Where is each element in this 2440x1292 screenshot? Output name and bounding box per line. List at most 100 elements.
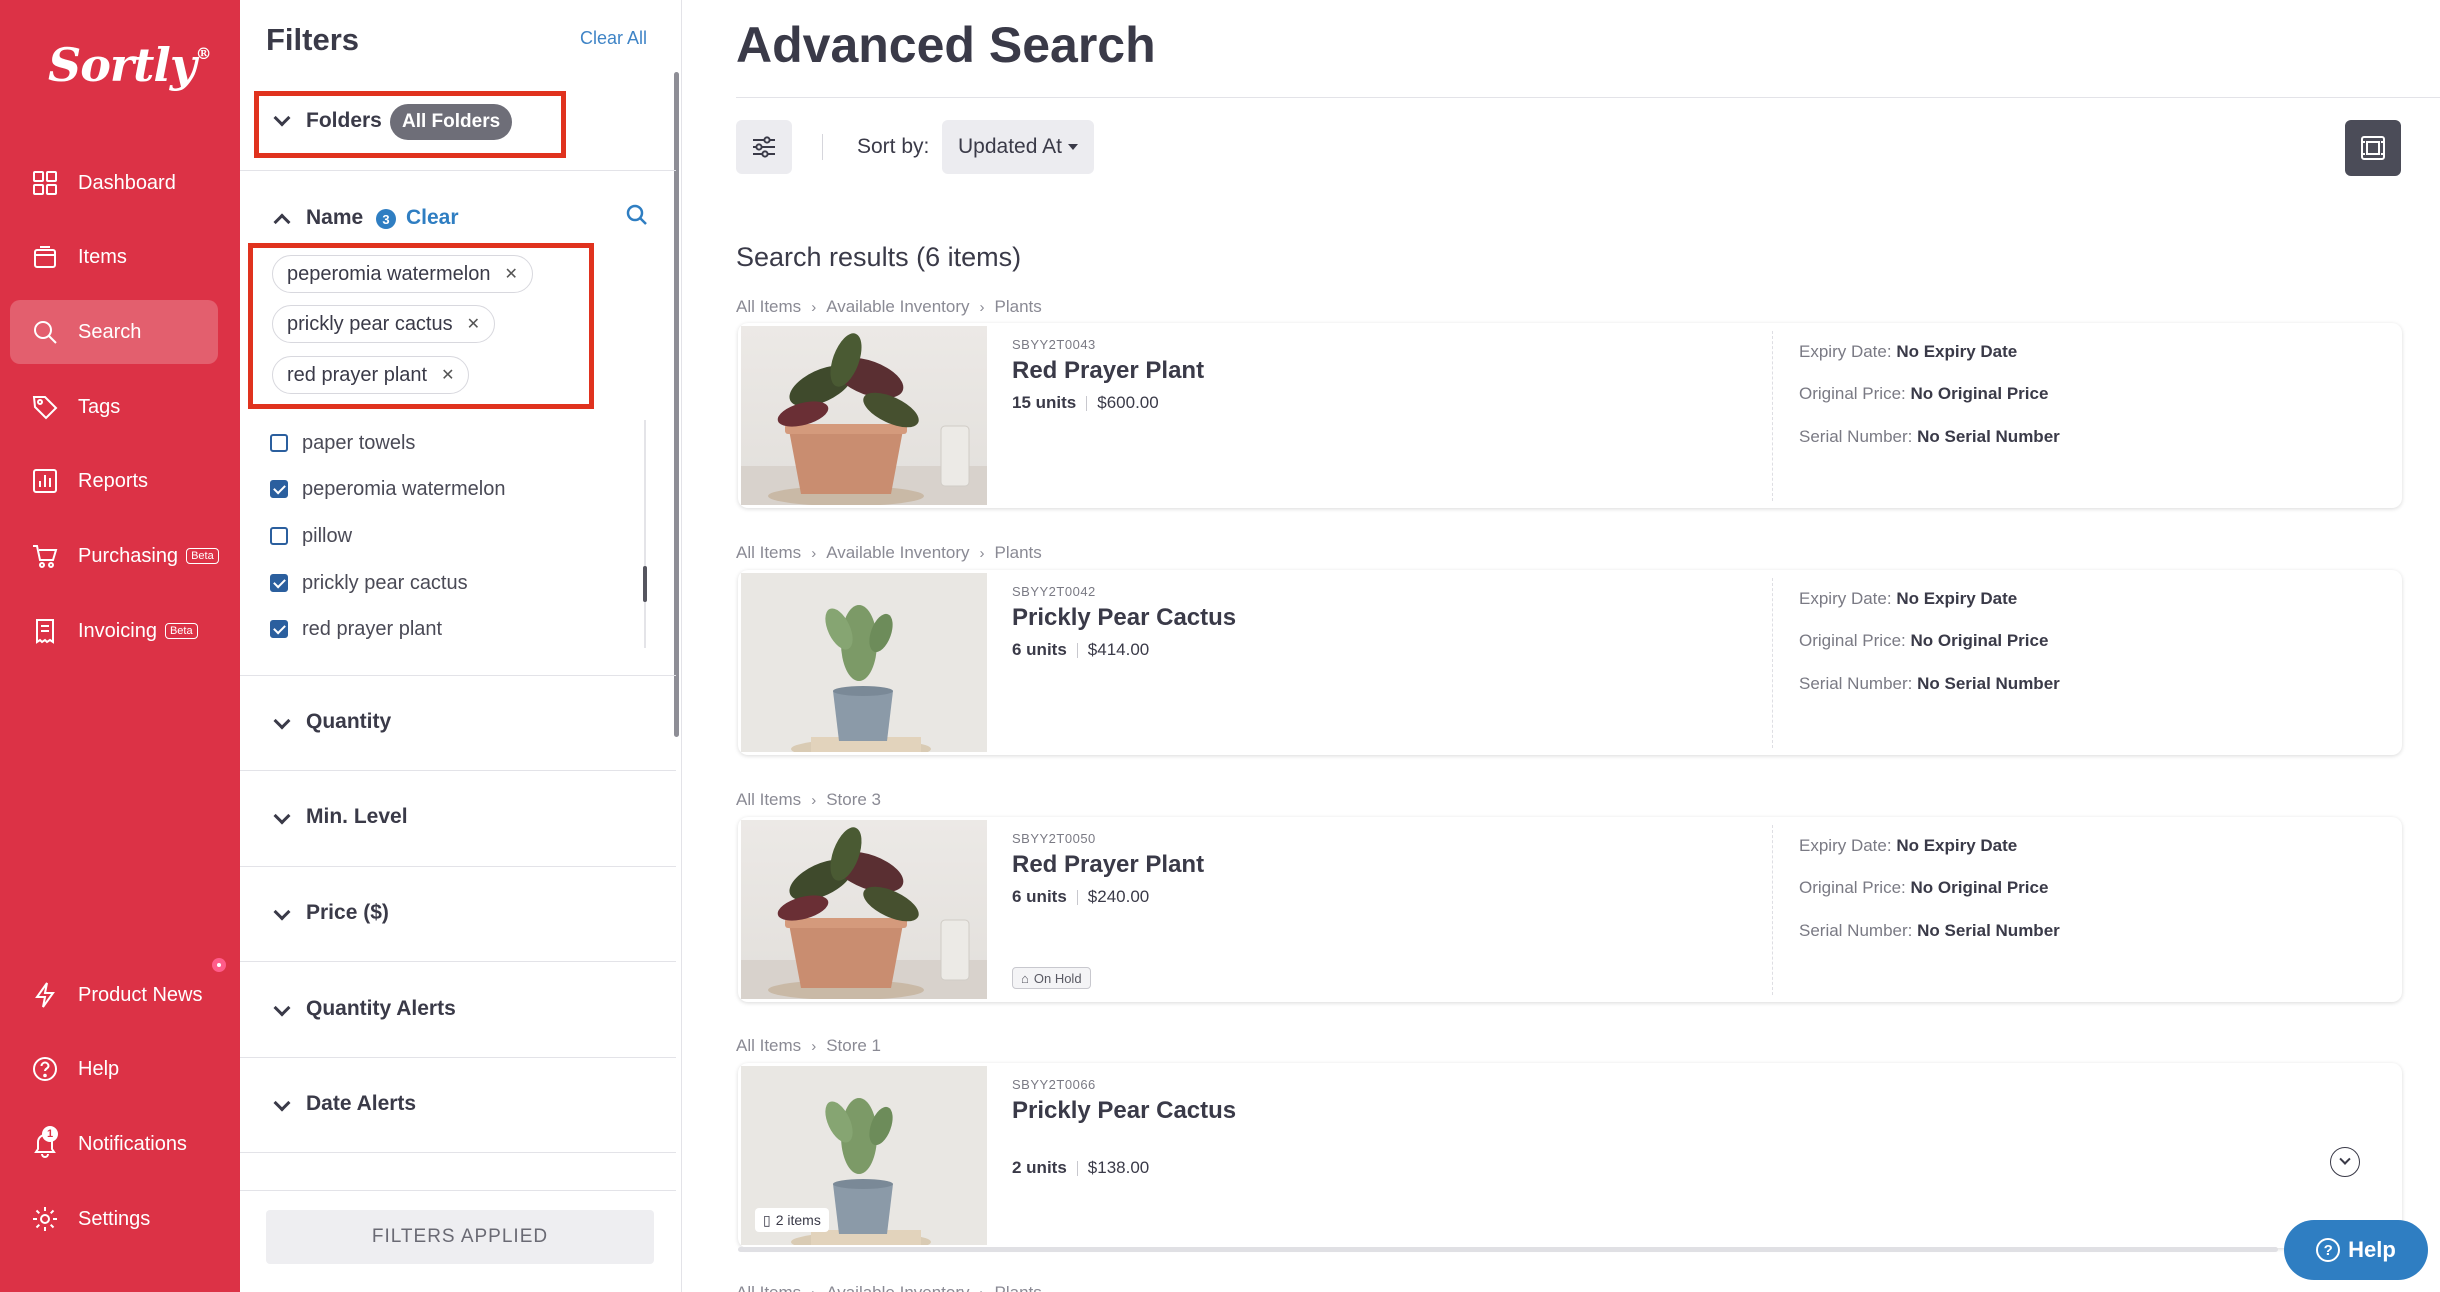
nav-label: Dashboard bbox=[78, 171, 176, 194]
tag-icon bbox=[28, 390, 62, 424]
result-card[interactable]: SBYY2T0043 Red Prayer Plant 15 units $600… bbox=[738, 323, 2402, 508]
divider bbox=[1772, 331, 1773, 501]
nav-help[interactable]: Help bbox=[10, 1037, 218, 1101]
breadcrumb-item[interactable]: Store 1 bbox=[826, 1036, 881, 1056]
breadcrumb-item[interactable]: Plants bbox=[995, 1283, 1042, 1292]
nav-purchasing[interactable]: Purchasing Beta bbox=[10, 524, 219, 588]
nav-dashboard[interactable]: Dashboard bbox=[10, 151, 218, 215]
main-nav: Sortly® Dashboard Items Search Tags Repo… bbox=[0, 0, 240, 1292]
name-option[interactable]: prickly pear cactus bbox=[270, 568, 468, 598]
file-icon: ▯ bbox=[763, 1211, 771, 1228]
checkbox-checked[interactable] bbox=[270, 574, 288, 592]
filters-applied-button[interactable]: FILTERS APPLIED bbox=[266, 1210, 654, 1264]
expand-chevron-icon[interactable] bbox=[2330, 1147, 2360, 1177]
view-toggle-button[interactable] bbox=[2345, 120, 2401, 176]
on-hold-tag[interactable]: ⌂ On Hold bbox=[1012, 967, 1091, 989]
breadcrumb-item[interactable]: Store 3 bbox=[826, 790, 881, 810]
name-option[interactable]: red prayer plant bbox=[270, 614, 442, 644]
expiry-date: Expiry Date: No Expiry Date bbox=[1799, 589, 2018, 608]
breadcrumb-item[interactable]: Available Inventory bbox=[826, 297, 969, 317]
result-card[interactable]: SBYY2T0042 Prickly Pear Cactus 6 units $4… bbox=[738, 570, 2402, 755]
search-icon[interactable] bbox=[624, 202, 650, 228]
result-card[interactable]: SBYY2T0050 Red Prayer Plant 6 units $240.… bbox=[738, 817, 2402, 1002]
options-scroll-thumb[interactable] bbox=[643, 566, 647, 602]
breadcrumb-item[interactable]: All Items bbox=[736, 543, 801, 563]
min-level-filter-label[interactable]: Min. Level bbox=[306, 805, 408, 829]
checkbox[interactable] bbox=[270, 527, 288, 545]
divider bbox=[240, 170, 676, 171]
nav-items[interactable]: Items bbox=[10, 225, 218, 289]
item-sku: SBYY2T0043 bbox=[1012, 337, 1096, 352]
chevron-up-icon[interactable] bbox=[273, 213, 291, 231]
nav-label: Product News bbox=[78, 983, 203, 1006]
checkbox-checked[interactable] bbox=[270, 480, 288, 498]
breadcrumb-item[interactable]: All Items bbox=[736, 1036, 801, 1056]
nav-search[interactable]: Search bbox=[10, 300, 218, 364]
original-price: Original Price: No Original Price bbox=[1799, 384, 2049, 403]
prickly-pear-cactus-image bbox=[741, 573, 987, 752]
name-option[interactable]: paper towels bbox=[270, 428, 415, 458]
name-option[interactable]: peperomia watermelon bbox=[270, 474, 505, 504]
date-alerts-filter-label[interactable]: Date Alerts bbox=[306, 1092, 416, 1116]
nav-reports[interactable]: Reports bbox=[10, 449, 218, 513]
sortly-logo[interactable]: Sortly® bbox=[48, 38, 212, 92]
red-prayer-plant-image bbox=[741, 820, 987, 999]
name-clear-link[interactable]: Clear bbox=[406, 206, 459, 230]
red-prayer-plant-image bbox=[741, 326, 987, 505]
breadcrumb-item[interactable]: Available Inventory bbox=[826, 1283, 969, 1292]
price-filter-label[interactable]: Price ($) bbox=[306, 901, 389, 925]
divider bbox=[240, 961, 676, 962]
expiry-date: Expiry Date: No Expiry Date bbox=[1799, 342, 2018, 361]
nav-settings[interactable]: Settings bbox=[10, 1187, 218, 1251]
tag-label: On Hold bbox=[1033, 970, 1082, 986]
nav-label: Help bbox=[78, 1057, 120, 1080]
breadcrumb-item[interactable]: Plants bbox=[995, 297, 1042, 317]
original-price: Original Price: No Original Price bbox=[1799, 878, 2049, 897]
breadcrumb: All Items› Available Inventory› Plants bbox=[736, 297, 1042, 317]
chevron-down-icon[interactable] bbox=[273, 807, 291, 825]
breadcrumb-item[interactable]: All Items bbox=[736, 1283, 801, 1292]
nav-invoicing[interactable]: Invoicing Beta bbox=[10, 599, 218, 663]
name-filter-label[interactable]: Name bbox=[306, 206, 363, 230]
chevron-down-icon[interactable] bbox=[273, 903, 291, 921]
result-card[interactable]: ▯ 2 items SBYY2T0066 Prickly Pear Cactus … bbox=[738, 1063, 2402, 1248]
nav-product-news[interactable]: Product News bbox=[10, 963, 218, 1027]
checkbox[interactable] bbox=[270, 434, 288, 452]
filter-toggle-button[interactable] bbox=[736, 120, 792, 174]
nav-label: Tags bbox=[78, 395, 121, 418]
view-mode-icon bbox=[2361, 136, 2385, 160]
option-label: peperomia watermelon bbox=[302, 477, 506, 500]
checkbox-checked[interactable] bbox=[270, 620, 288, 638]
filters-scrollbar[interactable] bbox=[674, 72, 679, 737]
item-name[interactable]: Red Prayer Plant bbox=[1012, 357, 1204, 385]
quantity-filter-label[interactable]: Quantity bbox=[306, 710, 391, 734]
quantity-alerts-filter-label[interactable]: Quantity Alerts bbox=[306, 997, 456, 1021]
breadcrumb-item[interactable]: Available Inventory bbox=[826, 543, 969, 563]
breadcrumb-item[interactable]: All Items bbox=[736, 297, 801, 317]
item-name[interactable]: Prickly Pear Cactus bbox=[1012, 604, 1236, 632]
item-price: $414.00 bbox=[1087, 640, 1150, 659]
nav-notifications[interactable]: Notifications bbox=[10, 1112, 218, 1176]
chevron-down-icon[interactable] bbox=[273, 712, 291, 730]
name-option[interactable]: pillow bbox=[270, 521, 352, 551]
help-button[interactable]: ? Help bbox=[2284, 1220, 2428, 1280]
sort-value: Updated At bbox=[958, 135, 1062, 158]
beta-badge: Beta bbox=[164, 623, 198, 639]
chevron-down-icon[interactable] bbox=[273, 999, 291, 1017]
breadcrumb-item[interactable]: Plants bbox=[995, 543, 1042, 563]
clear-all-link[interactable]: Clear All bbox=[580, 28, 647, 49]
option-label: prickly pear cactus bbox=[302, 571, 468, 594]
nav-tags[interactable]: Tags bbox=[10, 375, 218, 439]
sort-dropdown[interactable]: Updated At bbox=[942, 120, 1094, 174]
item-name[interactable]: Red Prayer Plant bbox=[1012, 851, 1204, 879]
breadcrumb-item[interactable]: All Items bbox=[736, 790, 801, 810]
option-label: pillow bbox=[302, 524, 353, 547]
chevron-down-icon[interactable] bbox=[273, 1094, 291, 1112]
horizontal-scrollbar[interactable] bbox=[738, 1247, 2278, 1252]
divider bbox=[822, 134, 823, 160]
nav-label: Notifications bbox=[78, 1132, 187, 1155]
item-name[interactable]: Prickly Pear Cactus bbox=[1012, 1097, 1236, 1125]
purchasing-icon bbox=[28, 539, 62, 573]
item-units: 2 units bbox=[1012, 1158, 1067, 1177]
sub-items-badge: ▯ 2 items bbox=[755, 1208, 829, 1232]
